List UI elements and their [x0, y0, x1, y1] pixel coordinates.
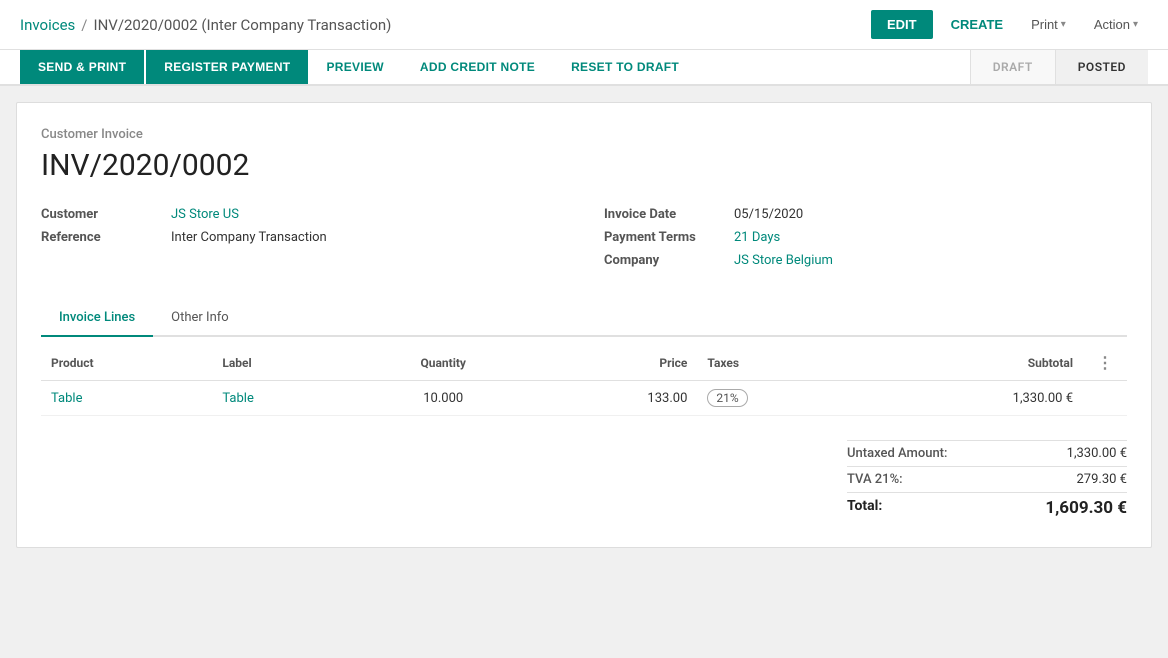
- col-price: Price: [533, 345, 697, 381]
- print-button[interactable]: Print ▾: [1021, 10, 1076, 39]
- customer-value[interactable]: JS Store US: [171, 207, 239, 222]
- top-bar: Invoices / INV/2020/0002 (Inter Company …: [0, 0, 1168, 50]
- row-menu: [1083, 381, 1127, 416]
- edit-button[interactable]: EDIT: [871, 10, 933, 39]
- row-price: 133.00: [533, 381, 697, 416]
- company-label: Company: [604, 253, 734, 268]
- tabs: Invoice Lines Other Info: [41, 300, 1127, 337]
- totals-untaxed: Untaxed Amount: 1,330.00 €: [847, 440, 1127, 466]
- breadcrumb-parent[interactable]: Invoices: [20, 16, 75, 34]
- col-label: Label: [212, 345, 353, 381]
- customer-label: Customer: [41, 207, 171, 222]
- preview-button[interactable]: PREVIEW: [308, 50, 401, 84]
- table-wrap: Product Label Quantity Price Taxes Subto…: [41, 345, 1127, 416]
- untaxed-label: Untaxed Amount:: [847, 446, 971, 461]
- action-label: Action: [1094, 17, 1130, 32]
- row-product[interactable]: Table: [41, 381, 212, 416]
- status-bar: DRAFT POSTED: [970, 50, 1148, 84]
- table-header-row: Product Label Quantity Price Taxes Subto…: [41, 345, 1127, 381]
- col-subtotal: Subtotal: [863, 345, 1083, 381]
- col-quantity: Quantity: [353, 345, 533, 381]
- invoice-date-value: 05/15/2020: [734, 207, 803, 222]
- tva-label: TVA 21%:: [847, 472, 927, 487]
- field-payment-terms: Payment Terms 21 Days: [604, 230, 1127, 245]
- send-print-button[interactable]: SEND & PRINT: [20, 50, 144, 84]
- tva-value: 279.30 €: [1077, 472, 1128, 487]
- col-taxes: Taxes: [697, 345, 862, 381]
- invoice-lines-table: Product Label Quantity Price Taxes Subto…: [41, 345, 1127, 416]
- breadcrumb: Invoices / INV/2020/0002 (Inter Company …: [20, 16, 871, 34]
- action-dropdown-arrow: ▾: [1133, 19, 1138, 30]
- row-label[interactable]: Table: [212, 381, 353, 416]
- total-value: 1,609.30 €: [1045, 498, 1127, 518]
- reference-value: Inter Company Transaction: [171, 230, 327, 245]
- col-product: Product: [41, 345, 212, 381]
- action-button[interactable]: Action ▾: [1084, 10, 1148, 39]
- payment-terms-value[interactable]: 21 Days: [734, 230, 780, 245]
- breadcrumb-current: INV/2020/0002 (Inter Company Transaction…: [93, 16, 391, 34]
- reset-to-draft-button[interactable]: RESET TO DRAFT: [553, 50, 697, 84]
- invoice-type-label: Customer Invoice: [41, 127, 1127, 142]
- status-posted: POSTED: [1055, 50, 1148, 84]
- totals-tva: TVA 21%: 279.30 €: [847, 466, 1127, 492]
- tab-invoice-lines[interactable]: Invoice Lines: [41, 300, 153, 337]
- breadcrumb-separator: /: [81, 16, 87, 34]
- tab-other-info[interactable]: Other Info: [153, 300, 247, 337]
- untaxed-value: 1,330.00 €: [1067, 446, 1127, 461]
- field-company: Company JS Store Belgium: [604, 253, 1127, 268]
- table-row: Table Table 10.000 133.00 21% 1,330.00 €: [41, 381, 1127, 416]
- field-customer: Customer JS Store US: [41, 207, 564, 222]
- row-subtotal: 1,330.00 €: [863, 381, 1083, 416]
- fields-right: Invoice Date 05/15/2020 Payment Terms 21…: [604, 207, 1127, 276]
- field-invoice-date: Invoice Date 05/15/2020: [604, 207, 1127, 222]
- main-content: Customer Invoice INV/2020/0002 Customer …: [16, 102, 1152, 548]
- company-value[interactable]: JS Store Belgium: [734, 253, 833, 268]
- col-menu: ⋮: [1083, 345, 1127, 381]
- total-label: Total:: [847, 498, 906, 518]
- totals-grand: Total: 1,609.30 €: [847, 492, 1127, 523]
- field-reference: Reference Inter Company Transaction: [41, 230, 564, 245]
- table-menu-icon[interactable]: ⋮: [1093, 353, 1117, 372]
- create-button[interactable]: CREATE: [941, 10, 1013, 39]
- action-bar: EDIT CREATE Print ▾ Action ▾: [871, 10, 1148, 39]
- print-dropdown-arrow: ▾: [1061, 19, 1066, 30]
- totals-table: Untaxed Amount: 1,330.00 € TVA 21%: 279.…: [847, 440, 1127, 523]
- invoice-number: INV/2020/0002: [41, 148, 1127, 183]
- invoice-date-label: Invoice Date: [604, 207, 734, 222]
- toolbar-spacer: [697, 50, 970, 84]
- reference-label: Reference: [41, 230, 171, 245]
- register-payment-button[interactable]: REGISTER PAYMENT: [146, 50, 308, 84]
- totals-section: Untaxed Amount: 1,330.00 € TVA 21%: 279.…: [41, 440, 1127, 523]
- status-draft: DRAFT: [970, 50, 1055, 84]
- toolbar: SEND & PRINT REGISTER PAYMENT PREVIEW AD…: [0, 50, 1168, 86]
- payment-terms-label: Payment Terms: [604, 230, 734, 245]
- tax-badge: 21%: [707, 389, 747, 407]
- fields-left: Customer JS Store US Reference Inter Com…: [41, 207, 564, 276]
- row-taxes: 21%: [697, 381, 862, 416]
- add-credit-note-button[interactable]: ADD CREDIT NOTE: [402, 50, 553, 84]
- fields-grid: Customer JS Store US Reference Inter Com…: [41, 207, 1127, 276]
- print-label: Print: [1031, 17, 1058, 32]
- row-quantity: 10.000: [353, 381, 533, 416]
